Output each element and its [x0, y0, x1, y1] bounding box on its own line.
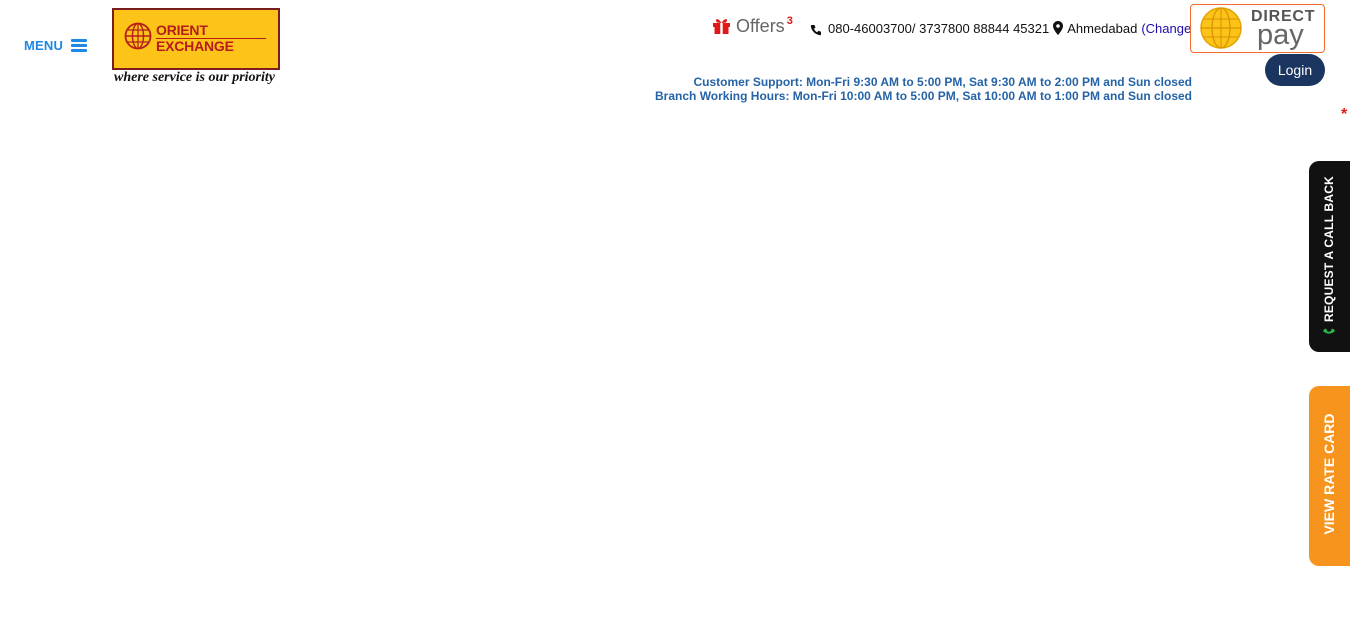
- request-call-back-tab[interactable]: REQUEST A CALL BACK: [1309, 161, 1350, 352]
- login-button[interactable]: Login: [1265, 54, 1325, 86]
- offers-label: Offers: [736, 16, 785, 36]
- offers-count-badge: 3: [786, 15, 793, 27]
- view-rate-card-label: VIEW RATE CARD: [1321, 413, 1337, 535]
- view-rate-card-tab[interactable]: VIEW RATE CARD: [1309, 386, 1350, 566]
- phone-number[interactable]: 080-46003700/ 3737800 88844 45321: [828, 21, 1049, 36]
- contact-bar: 080-46003700/ 3737800 88844 45321 Ahmeda…: [810, 20, 1196, 36]
- customer-support-hours: Customer Support: Mon-Fri 9:30 AM to 5:0…: [693, 75, 1192, 89]
- map-marker-icon: [1053, 21, 1064, 35]
- orient-exchange-logo[interactable]: ORIENT EXCHANGE: [112, 8, 280, 70]
- direct-pay-text-pay: pay: [1257, 19, 1304, 51]
- gift-icon: [713, 19, 730, 34]
- phone-icon: [1323, 328, 1335, 334]
- required-asterisk: *: [1341, 106, 1348, 123]
- phone-icon: [810, 25, 821, 36]
- menu-button[interactable]: MENU: [24, 38, 88, 53]
- change-city-link[interactable]: (Change): [1141, 21, 1195, 36]
- logo-tagline: where service is our priority: [114, 70, 275, 85]
- current-city: Ahmedabad: [1067, 20, 1138, 36]
- globe-icon: [124, 22, 152, 50]
- hamburger-icon: [71, 38, 88, 53]
- request-call-back-label: REQUEST A CALL BACK: [1322, 175, 1336, 323]
- logo-text-exchange: EXCHANGE: [156, 38, 234, 54]
- menu-label: MENU: [24, 38, 64, 53]
- globe-icon: [1200, 7, 1242, 49]
- logo-text-orient: ORIENT: [156, 22, 208, 38]
- offers-link[interactable]: Offers 3: [712, 15, 793, 37]
- direct-pay-button[interactable]: DIRECT pay: [1190, 4, 1325, 53]
- branch-working-hours: Branch Working Hours: Mon-Fri 10:00 AM t…: [655, 89, 1192, 103]
- working-hours-info: Customer Support: Mon-Fri 9:30 AM to 5:0…: [655, 75, 1192, 103]
